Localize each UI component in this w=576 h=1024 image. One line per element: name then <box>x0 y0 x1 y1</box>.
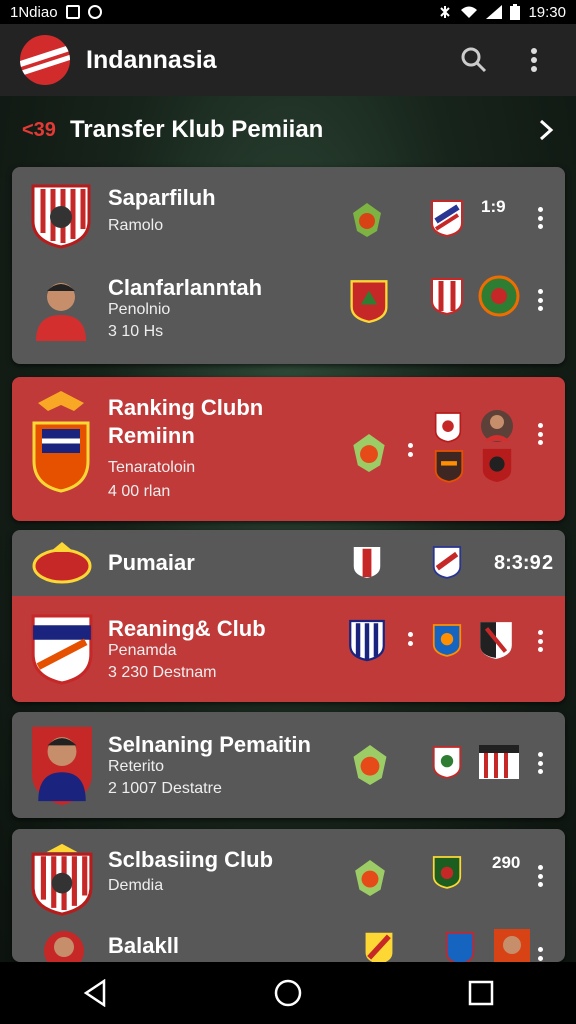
section-header: <39 Transfer Klub Pemiian <box>0 96 576 164</box>
club-badge-icon <box>431 200 463 237</box>
list-item[interactable]: Sclbasiing Club Demdia 290 <box>12 829 565 929</box>
search-icon <box>461 47 487 73</box>
club-badge-icon <box>350 280 388 323</box>
club-name-line2: Remiinn <box>108 423 195 448</box>
signal-icon <box>486 5 503 19</box>
transfer-card[interactable]: Selnaning Pemaitin Reterito 2 1007 Desta… <box>12 712 565 818</box>
club-badge-icon <box>479 745 519 779</box>
status-bar: 1Ndiao 19:30 <box>0 0 576 24</box>
flame-badge-icon <box>353 434 385 472</box>
club-badge-icon <box>432 624 462 657</box>
club-badge-icon <box>482 448 512 483</box>
transfer-card[interactable]: Saparfiluh Ramolo 1:9 Clanfarlanntah Pen… <box>12 167 565 364</box>
home-icon[interactable] <box>273 978 303 1008</box>
item-menu-button[interactable] <box>537 865 543 887</box>
club-badge-icon <box>480 622 512 659</box>
transfer-card[interactable]: Pumaiar 8:3:9 2 Reaning& Club Penamda 3 … <box>12 530 565 702</box>
club-badge-icon <box>478 275 520 317</box>
transfer-fee: 4 00 rlan <box>108 483 171 500</box>
player-position: Reterito <box>108 758 165 775</box>
player-name: Tenaratoloin <box>108 459 196 476</box>
player-name: Penamda <box>108 642 177 659</box>
carrier-label: 1Ndiao <box>10 3 58 21</box>
club-badge-icon <box>432 746 462 779</box>
list-item[interactable]: Reaning& Club Penamda 3 230 Destnam <box>12 596 565 702</box>
club-name: Ranking Clubn <box>108 395 264 420</box>
app-title: Indannasia <box>86 45 217 74</box>
more-vert-icon <box>531 48 537 72</box>
club-crest-icon <box>31 614 93 685</box>
club-crest-icon <box>32 391 90 493</box>
item-options-button[interactable] <box>408 443 414 457</box>
transfer-value: 8:3:9 <box>494 552 541 574</box>
club-badge-icon <box>349 619 385 662</box>
player-name: Demdia <box>108 877 164 894</box>
player-avatar <box>44 931 84 962</box>
club-crest-icon <box>31 843 93 916</box>
list-item[interactable]: Clanfarlanntah Penolnio 3 10 Hs <box>12 267 565 364</box>
player-name: Selnaning Pemaitin <box>108 732 311 757</box>
section-title: Transfer Klub Pemiian <box>69 116 324 143</box>
flame-badge-icon <box>353 745 387 785</box>
player-name: Ramolo <box>108 217 164 234</box>
transfer-fee: 2 1007 Destatre <box>108 780 222 797</box>
transfer-card[interactable]: Ranking Clubn Remiinn Tenaratoloin 4 00 … <box>12 377 565 521</box>
club-crest-icon <box>31 184 91 249</box>
club-badge-icon <box>431 278 463 315</box>
recents-icon[interactable] <box>468 980 494 1006</box>
club-badge-icon <box>434 412 462 443</box>
club-name: Sclbasiing Club <box>108 847 274 872</box>
system-nav-bar <box>0 962 576 1024</box>
list-item[interactable]: Pumaiar 8:3:9 2 <box>12 530 565 596</box>
back-icon[interactable] <box>82 979 108 1007</box>
club-badge-icon <box>353 547 381 578</box>
app-logo[interactable] <box>20 35 70 85</box>
player-avatar <box>32 726 92 806</box>
transfer-fee: 3 10 Hs <box>108 323 164 340</box>
player-avatar <box>494 929 530 962</box>
list-item[interactable]: Saparfiluh Ramolo 1:9 <box>12 167 565 267</box>
club-badge-icon <box>432 856 462 889</box>
section-back-button[interactable]: <39 <box>22 119 56 142</box>
club-name: Pumaiar <box>108 550 195 575</box>
app-notification-icon <box>87 5 102 19</box>
flame-badge-icon <box>353 203 381 237</box>
item-options-button[interactable] <box>408 632 414 646</box>
item-menu-button[interactable] <box>537 630 543 652</box>
player-name: Balakll <box>108 933 179 958</box>
item-menu-button[interactable] <box>537 207 543 229</box>
player-avatar <box>481 410 513 442</box>
player-name: Clanfarlanntah <box>108 275 263 300</box>
battery-icon <box>510 4 521 20</box>
overflow-menu-button[interactable] <box>512 38 556 82</box>
bluetooth-icon <box>440 6 451 18</box>
club-badge-icon <box>445 931 475 962</box>
item-menu-button[interactable] <box>537 289 543 311</box>
wifi-icon <box>461 6 478 18</box>
clock: 19:30 <box>528 3 566 21</box>
club-badge-icon <box>434 450 464 483</box>
club-name: Saparfiluh <box>108 185 216 210</box>
flame-badge-icon <box>355 860 385 896</box>
item-menu-button[interactable] <box>537 423 543 445</box>
item-menu-button[interactable] <box>537 947 543 962</box>
club-crest-icon <box>32 542 92 584</box>
transfer-value: 1:9 <box>481 197 506 216</box>
transfer-card[interactable]: Sclbasiing Club Demdia 290 Balakll <box>12 829 565 962</box>
club-badge-icon <box>365 932 393 962</box>
club-name: Reaning& Club <box>108 616 266 641</box>
player-avatar <box>36 283 86 341</box>
search-button[interactable] <box>452 38 496 82</box>
transfer-value: 290 <box>492 853 521 872</box>
app-bar: Indannasia <box>0 24 576 96</box>
transfer-count: 2 <box>542 552 554 574</box>
player-position: Penolnio <box>108 301 171 318</box>
item-menu-button[interactable] <box>537 752 543 774</box>
transfer-fee: 3 230 Destnam <box>108 664 217 681</box>
list-item[interactable]: Balakll <box>12 929 565 962</box>
chevron-right-icon[interactable] <box>538 119 554 141</box>
notification-icon <box>65 5 80 19</box>
club-badge-icon <box>432 546 462 579</box>
